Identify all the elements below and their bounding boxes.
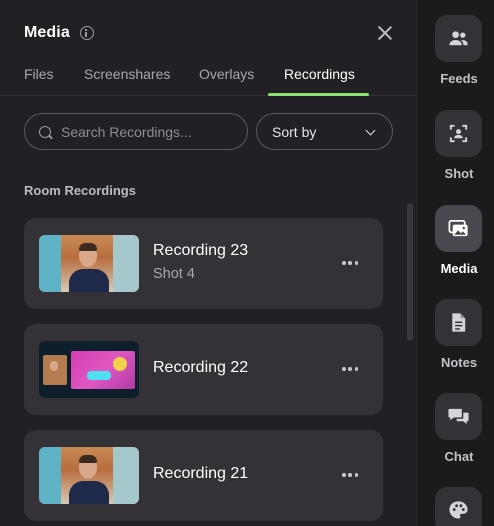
rail-label: Chat bbox=[444, 449, 474, 464]
search-input[interactable] bbox=[61, 123, 241, 140]
rail-label: Shot bbox=[444, 166, 474, 181]
scrollbar[interactable] bbox=[407, 203, 413, 341]
active-tab-indicator bbox=[268, 93, 369, 96]
tab-bar: Files Screenshares Overlays Recordings bbox=[0, 56, 416, 96]
people-icon bbox=[435, 15, 482, 62]
search-icon bbox=[39, 125, 51, 138]
media-panel: Media Files Screenshares Overlays Record… bbox=[0, 0, 416, 526]
recording-subtitle: Shot 4 bbox=[153, 266, 195, 282]
recording-name: Recording 21 bbox=[153, 465, 249, 482]
images-icon bbox=[435, 205, 482, 252]
recording-card[interactable]: Recording 21 bbox=[24, 430, 383, 521]
panel-header: Media bbox=[24, 22, 94, 44]
rail-label: Notes bbox=[440, 355, 478, 370]
more-options-icon[interactable] bbox=[342, 367, 358, 371]
recording-thumbnail bbox=[39, 447, 139, 504]
chevron-down-icon bbox=[365, 125, 376, 136]
tab-overlays[interactable]: Overlays bbox=[199, 66, 254, 82]
recording-thumbnail bbox=[39, 235, 139, 292]
rail-label: Feeds bbox=[440, 71, 478, 86]
document-icon bbox=[435, 299, 482, 346]
recording-name: Recording 22 bbox=[153, 359, 249, 376]
recording-name: Recording 23 bbox=[153, 242, 249, 259]
more-options-icon[interactable] bbox=[342, 473, 358, 477]
sort-dropdown[interactable]: Sort by bbox=[256, 113, 393, 150]
tab-files[interactable]: Files bbox=[24, 66, 54, 82]
tab-recordings[interactable]: Recordings bbox=[284, 66, 355, 82]
info-icon[interactable] bbox=[79, 26, 94, 40]
search-box[interactable] bbox=[24, 113, 248, 150]
tab-screenshares[interactable]: Screenshares bbox=[84, 66, 170, 82]
recording-thumbnail bbox=[39, 341, 139, 398]
section-title: Room Recordings bbox=[24, 183, 136, 198]
chat-bubbles-icon bbox=[435, 393, 482, 440]
more-options-icon[interactable] bbox=[342, 261, 358, 265]
sort-label: Sort by bbox=[272, 123, 317, 140]
side-rail: Feeds Shot Media Notes Chat bbox=[416, 0, 494, 526]
rail-label: Media bbox=[440, 261, 478, 276]
recording-card[interactable]: Recording 22 bbox=[24, 324, 383, 415]
portrait-frame-icon bbox=[435, 110, 482, 157]
recording-card[interactable]: Recording 23 Shot 4 bbox=[24, 218, 383, 309]
panel-title: Media bbox=[24, 24, 70, 41]
close-icon[interactable] bbox=[374, 22, 396, 44]
palette-icon bbox=[435, 487, 482, 526]
